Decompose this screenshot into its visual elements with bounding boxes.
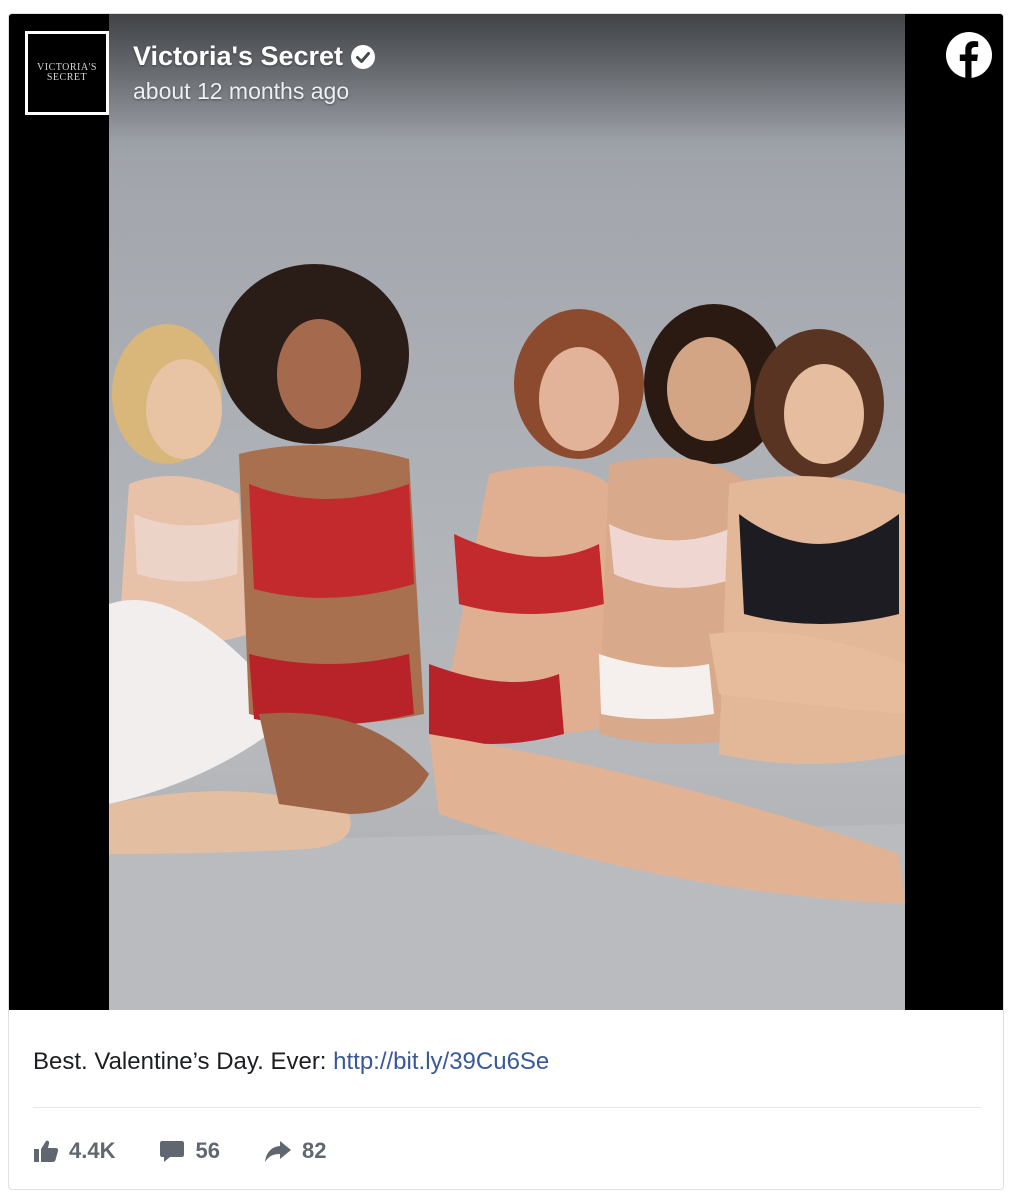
shares-stat[interactable]: 82 <box>264 1138 326 1164</box>
verified-badge-icon <box>351 44 376 69</box>
photo-illustration <box>109 264 905 1010</box>
post-photo[interactable] <box>109 14 905 1010</box>
share-arrow-icon <box>264 1139 292 1163</box>
divider <box>33 1107 981 1108</box>
comments-count: 56 <box>195 1138 220 1163</box>
shares-count: 82 <box>301 1138 327 1163</box>
post-media[interactable]: VICTORIA'S SECRET Victoria's Secret abou… <box>9 14 1003 1010</box>
page-avatar[interactable]: VICTORIA'S SECRET <box>25 31 109 115</box>
comments-stat[interactable]: 56 <box>159 1138 220 1164</box>
page-name[interactable]: Victoria's Secret <box>133 41 343 72</box>
avatar-logo-line-2: SECRET <box>46 72 88 83</box>
engagement-bar: 4.4K 56 82 <box>33 1134 370 1168</box>
caption-text: Best. Valentine’s Day. Ever: <box>33 1048 334 1075</box>
comment-icon <box>159 1139 185 1163</box>
thumbs-up-icon <box>33 1139 59 1163</box>
likes-count: 4.4K <box>69 1138 116 1163</box>
post-caption: Best. Valentine’s Day. Ever: http://bit.… <box>33 1048 549 1076</box>
facebook-post-card: VICTORIA'S SECRET Victoria's Secret abou… <box>8 13 1004 1190</box>
post-timestamp[interactable]: about 12 months ago <box>133 78 349 105</box>
caption-link[interactable]: http://bit.ly/39Cu6Se <box>333 1048 549 1075</box>
facebook-icon[interactable] <box>945 31 993 79</box>
likes-stat[interactable]: 4.4K <box>33 1138 115 1164</box>
page-name-row: Victoria's Secret <box>133 41 376 72</box>
